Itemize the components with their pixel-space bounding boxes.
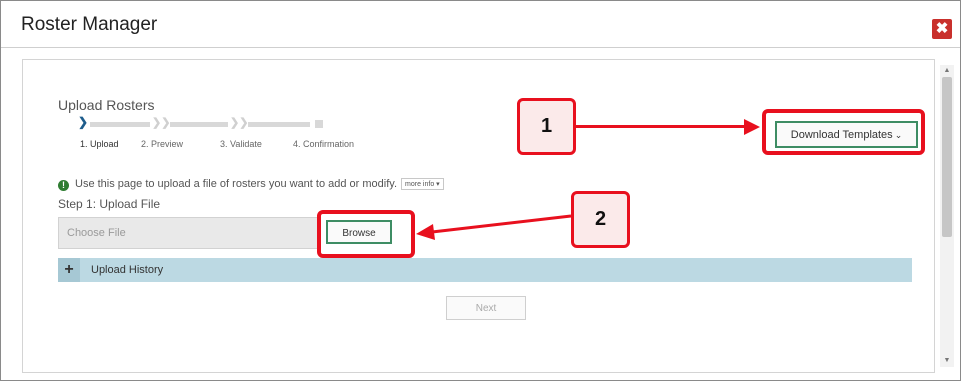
callout-arrow-2 [416,214,572,240]
arrow-left-icon [416,224,435,240]
